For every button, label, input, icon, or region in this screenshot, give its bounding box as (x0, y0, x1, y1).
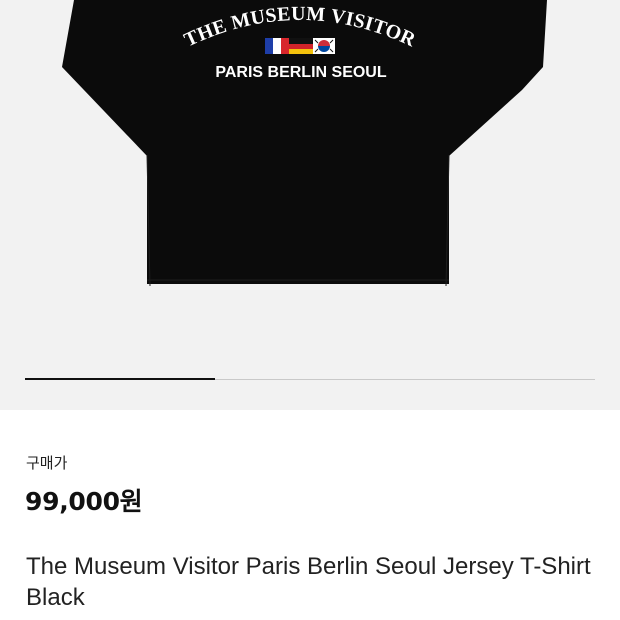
france-flag (265, 38, 289, 54)
product-title: The Museum Visitor Paris Berlin Seoul Je… (26, 553, 591, 611)
product-image[interactable]: THE MUSEUM VISITOR PARIS BERLIN SEOUL (0, 0, 620, 300)
korea-flag (313, 38, 335, 54)
germany-flag (289, 38, 313, 54)
carousel-progress-track (25, 378, 595, 380)
print-bottom-text: PARIS BERLIN SEOUL (215, 64, 387, 81)
product-info-section: 구매가 99,000원 The Museum Visitor Paris Ber… (0, 410, 620, 620)
product-image-area[interactable]: THE MUSEUM VISITOR PARIS BERLIN SEOUL (0, 0, 620, 410)
price-label: 구매가 (26, 454, 68, 472)
carousel-progress-bar (25, 378, 215, 380)
price-value: 99,000원 (25, 487, 143, 516)
